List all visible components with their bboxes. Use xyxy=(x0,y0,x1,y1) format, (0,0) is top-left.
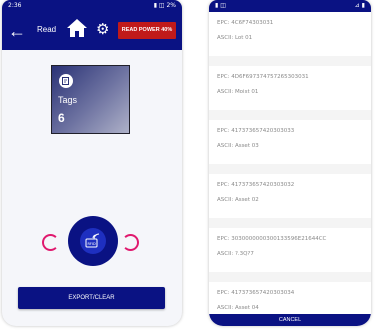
list-item[interactable]: EPC: 4D6F697374757265303031 ASCII: Moist… xyxy=(209,66,371,110)
tag-list-screen: ▮ ◫ ⊿ ▮ EPC: 4C6F74303031 ASCII: Lot 01 … xyxy=(209,0,371,326)
tags-count-card[interactable]: Tags 6 xyxy=(51,65,130,134)
export-clear-button[interactable]: EXPORT/CLEAR xyxy=(18,287,165,309)
status-bar: 2:36 ▮ ◫ 2% xyxy=(2,0,182,12)
status-time: 2:36 xyxy=(8,2,22,9)
ascii-value: ASCII: Asset 03 xyxy=(217,143,259,149)
list-item[interactable]: EPC: 3030000000300133596E21644CC ASCII: … xyxy=(209,228,371,272)
home-icon[interactable] xyxy=(66,17,88,44)
status-bar: ▮ ◫ ⊿ ▮ xyxy=(209,0,371,12)
toolbar: ← Read ⚙ READ POWER 40% xyxy=(2,12,182,50)
tags-count: 6 xyxy=(58,111,65,125)
read-power-badge[interactable]: READ POWER 40% xyxy=(118,22,176,39)
epc-value: EPC: 417373657420303034 xyxy=(217,290,295,296)
rfid-scan-icon: RFID xyxy=(80,228,106,254)
ascii-value: ASCII: Asset 02 xyxy=(217,197,259,203)
loading-spinner-right xyxy=(122,234,139,251)
loading-spinner-left xyxy=(42,234,59,251)
epc-value: EPC: 417373657420303033 xyxy=(217,128,295,134)
tag-list: EPC: 4C6F74303031 ASCII: Lot 01 EPC: 4D6… xyxy=(209,12,371,326)
status-icons-left: ▮ ◫ xyxy=(215,2,226,9)
scan-button[interactable]: RFID xyxy=(68,216,118,266)
back-arrow-icon[interactable]: ← xyxy=(8,21,26,41)
document-edit-icon xyxy=(59,74,73,88)
page-title: Read xyxy=(37,25,57,34)
list-item[interactable]: EPC: 417373657420303032 ASCII: Asset 02 xyxy=(209,174,371,218)
tags-label: Tags xyxy=(58,95,78,105)
ascii-value: ASCII: Asset 04 xyxy=(217,305,259,311)
read-screen: 2:36 ▮ ◫ 2% ← Read ⚙ READ POWER 40% Tags… xyxy=(2,0,182,326)
epc-value: EPC: 4D6F697374757265303031 xyxy=(217,74,309,80)
list-item[interactable]: EPC: 417373657420303033 ASCII: Asset 03 xyxy=(209,120,371,164)
ascii-value: ASCII: Lot 01 xyxy=(217,35,253,41)
status-icons-right: ⊿ ▮ xyxy=(354,2,365,9)
cancel-button[interactable]: CANCEL xyxy=(209,314,371,326)
gear-icon[interactable]: ⚙ xyxy=(96,21,109,39)
ascii-value: ASCII: ?.3Q?7 xyxy=(217,251,254,257)
epc-value: EPC: 417373657420303032 xyxy=(217,182,295,188)
status-icons: ▮ ◫ 2% xyxy=(153,2,176,9)
list-item[interactable]: EPC: 4C6F74303031 ASCII: Lot 01 xyxy=(209,12,371,56)
epc-value: EPC: 4C6F74303031 xyxy=(217,20,274,26)
epc-value: EPC: 3030000000300133596E21644CC xyxy=(217,236,327,242)
ascii-value: ASCII: Moist 01 xyxy=(217,89,259,95)
scan-button-caption: RFID xyxy=(88,242,96,246)
